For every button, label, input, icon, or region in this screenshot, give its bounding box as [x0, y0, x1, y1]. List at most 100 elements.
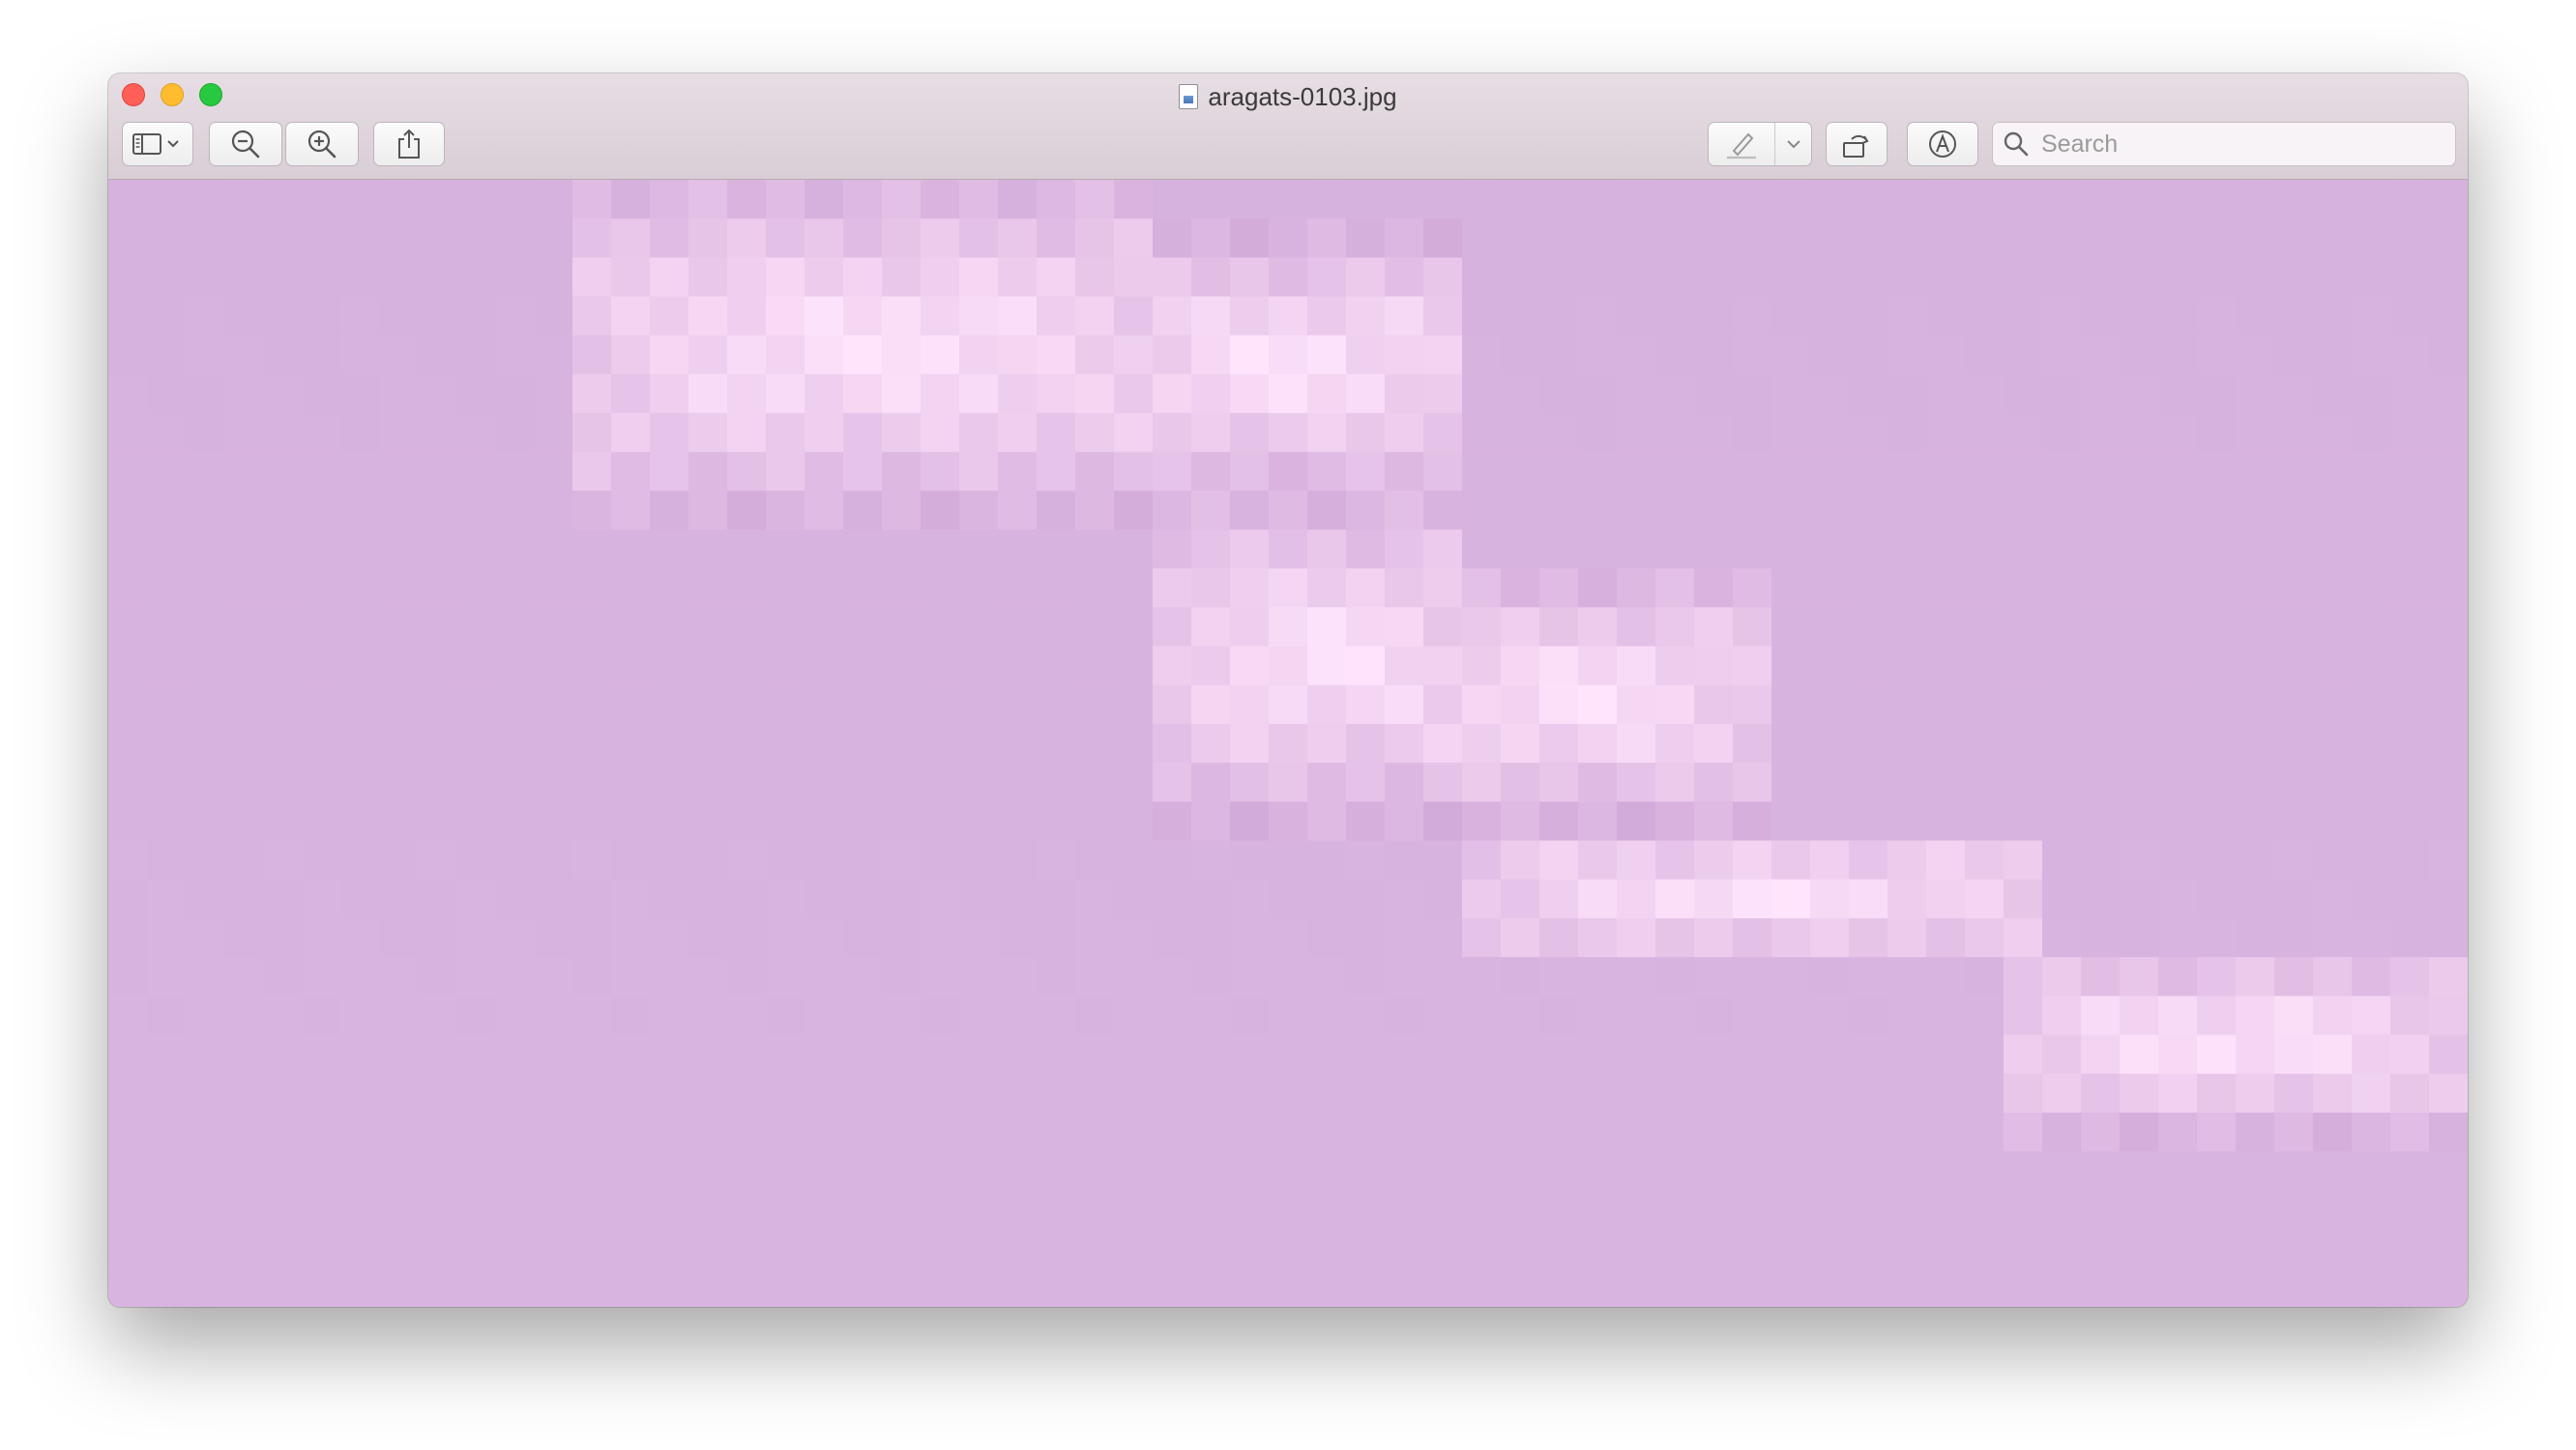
image-pixel: [1153, 1267, 1192, 1307]
image-pixel: [1617, 917, 1656, 958]
image-pixel: [1578, 1229, 1618, 1269]
image-pixel: [1269, 1034, 1308, 1075]
image-pixel: [2120, 529, 2159, 569]
image-pixel: [2004, 568, 2043, 608]
image-pixel: [2352, 1151, 2391, 1191]
image-pixel: [2274, 296, 2314, 336]
image-pixel: [1191, 1229, 1231, 1269]
image-pixel: [572, 180, 612, 219]
image-pixel: [882, 218, 922, 259]
image-pixel: [1733, 1034, 1772, 1075]
image-pixel: [727, 723, 767, 764]
image-pixel: [2081, 1229, 2121, 1269]
image-pixel: [1191, 684, 1231, 725]
zoom-out-button[interactable]: [209, 122, 282, 166]
image-pixel: [688, 607, 728, 648]
highlight-button-inner: [1709, 123, 1812, 165]
image-pixel: [1926, 646, 1966, 686]
image-pixel: [1114, 451, 1154, 492]
image-pixel: [1307, 996, 1347, 1036]
image-pixel: [1578, 296, 1618, 336]
image-pixel: [1462, 917, 1502, 958]
image-pixel: [224, 529, 264, 569]
image-pixel: [2197, 801, 2237, 842]
zoom-in-button[interactable]: [285, 122, 359, 166]
image-pixel: [2042, 957, 2082, 997]
image-pixel: [2313, 607, 2353, 648]
image-pixel: [1075, 413, 1115, 453]
image-pixel: [843, 490, 883, 531]
image-pixel: [1694, 257, 1734, 298]
image-pixel: [108, 413, 148, 453]
image-pixel: [1888, 801, 1927, 842]
image-pixel: [2352, 1267, 2391, 1307]
image-pixel: [843, 723, 883, 764]
image-pixel: [2352, 218, 2391, 259]
image-pixel: [147, 451, 187, 492]
image-pixel: [1655, 374, 1695, 414]
image-pixel: [147, 374, 187, 414]
image-pixel: [1230, 180, 1270, 219]
image-pixel: [611, 917, 651, 958]
image-canvas[interactable]: [108, 180, 2468, 1307]
image-pixel: [1462, 374, 1502, 414]
image-pixel: [1346, 1229, 1386, 1269]
image-pixel: [1733, 763, 1772, 802]
image-pixel: [495, 1073, 535, 1114]
image-pixel: [224, 879, 264, 919]
image-pixel: [1462, 529, 1502, 569]
image-pixel: [302, 723, 341, 764]
image-pixel: [998, 1073, 1038, 1114]
image-pixel: [340, 957, 380, 997]
image-pixel: [688, 568, 728, 608]
image-pixel: [2429, 490, 2468, 531]
markup-toolbar-button[interactable]: [1907, 122, 1978, 166]
image-pixel: [1114, 1190, 1154, 1231]
image-pixel: [1965, 996, 2005, 1036]
image-pixel: [495, 723, 535, 764]
image-pixel: [1269, 646, 1308, 686]
sidebar-toggle-button[interactable]: [122, 122, 193, 166]
image-pixel: [650, 763, 689, 802]
image-pixel: [1307, 879, 1347, 919]
search-input[interactable]: [2039, 129, 2430, 160]
image-pixel: [2236, 1073, 2275, 1114]
image-pixel: [611, 451, 651, 492]
image-pixel: [2042, 568, 2082, 608]
image-pixel: [1849, 257, 1888, 298]
image-pixel: [2081, 1034, 2121, 1075]
image-pixel: [1230, 1229, 1270, 1269]
image-pixel: [2197, 607, 2237, 648]
image-pixel: [108, 180, 148, 219]
image-pixel: [766, 1151, 805, 1191]
image-pixel: [1191, 996, 1231, 1036]
image-pixel: [2429, 957, 2468, 997]
image-pixel: [2081, 607, 2121, 648]
highlight-button[interactable]: [1708, 122, 1812, 166]
image-pixel: [1810, 996, 1850, 1036]
search-field[interactable]: [1992, 122, 2456, 166]
markup-icon: [1929, 130, 1956, 158]
pen-dropdown-segment[interactable]: [1775, 123, 1812, 165]
image-pixel: [1307, 451, 1347, 492]
image-pixel: [1771, 723, 1811, 764]
image-pixel: [1694, 996, 1734, 1036]
image-pixel: [1849, 801, 1888, 842]
image-pixel: [1307, 1034, 1347, 1075]
rotate-button[interactable]: [1826, 122, 1888, 166]
image-pixel: [1578, 1112, 1618, 1152]
image-pixel: [882, 180, 922, 219]
image-pixel: [1578, 218, 1618, 259]
image-pixel: [766, 568, 805, 608]
image-pixel: [263, 684, 303, 725]
image-pixel: [1114, 374, 1154, 414]
image-pixel: [456, 1229, 496, 1269]
image-pixel: [650, 334, 689, 375]
image-pixel: [727, 529, 767, 569]
image-pixel: [340, 529, 380, 569]
pen-segment[interactable]: [1709, 123, 1775, 165]
image-pixel: [1075, 218, 1115, 259]
image-pixel: [611, 1073, 651, 1114]
image-pixel: [379, 451, 419, 492]
share-button[interactable]: [373, 122, 445, 166]
